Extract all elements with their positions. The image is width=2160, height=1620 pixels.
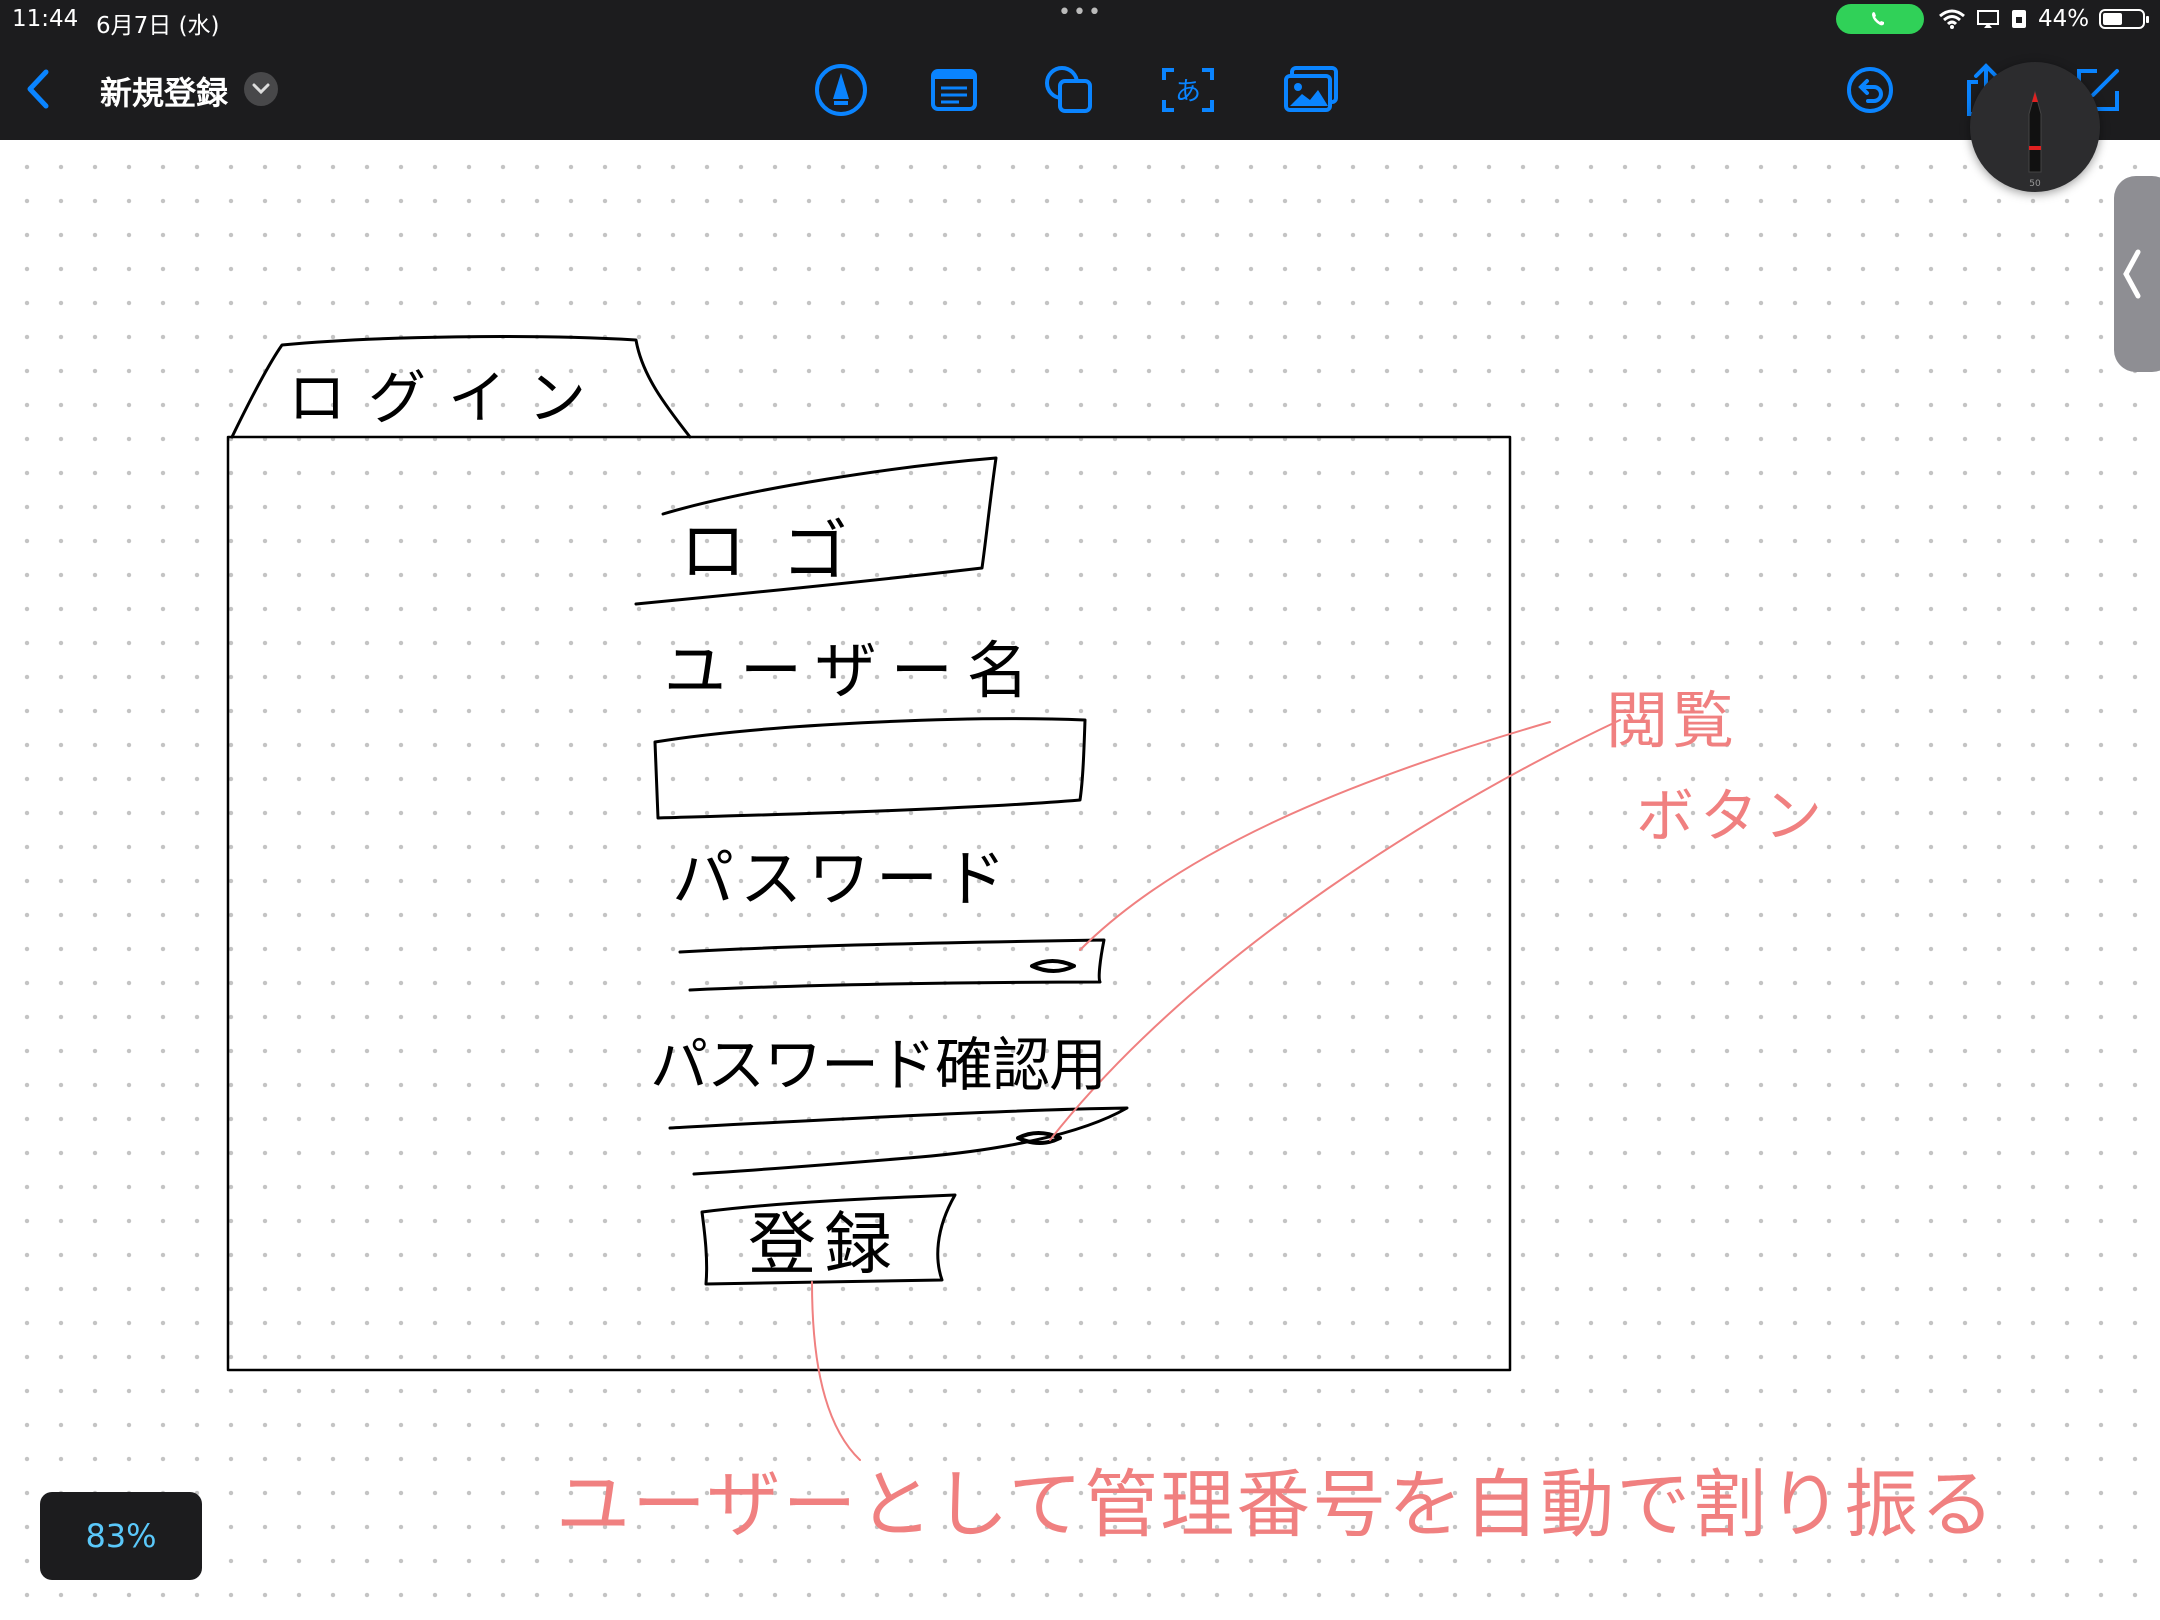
sketch-password-input	[678, 938, 1106, 992]
handwriting-layer[interactable]: ログイン ロゴ ユーザー名 パスワード パスワード確認用 登録 閲覧 ボタン ユ…	[0, 140, 2160, 1620]
sketch-confirm-input	[668, 1106, 1129, 1176]
shapes-button[interactable]	[1041, 62, 1097, 118]
sketch-username-input	[653, 717, 1087, 820]
annotation-line-1	[1079, 721, 1551, 951]
annotation-line-2	[1049, 719, 1621, 1141]
chevron-left-icon	[27, 69, 49, 109]
pen-tool-button[interactable]	[813, 62, 869, 118]
handwriting-password-label: パスワード	[672, 845, 1012, 914]
annotation-view-2: ボタン	[1636, 784, 1828, 849]
battery-icon	[2099, 9, 2150, 29]
title-menu-button[interactable]	[244, 72, 278, 106]
lock-rotation-icon	[2012, 10, 2026, 28]
pen-icon: 50	[2028, 90, 2042, 189]
battery-percent: 44%	[2038, 6, 2090, 32]
status-date: 6月7日 (水)	[96, 13, 220, 39]
undo-icon	[1847, 67, 1893, 113]
status-bar: 11:44 6月7日 (水) ••• 44%	[0, 0, 2160, 40]
undo-button[interactable]	[1842, 62, 1898, 118]
image-icon	[1284, 66, 1338, 112]
back-button[interactable]	[20, 64, 56, 118]
svg-text:あ: あ	[1175, 77, 1201, 107]
side-panel-handle[interactable]	[2114, 176, 2160, 372]
status-icons: 44%	[1938, 6, 2150, 32]
ocr-text-button[interactable]: あ	[1160, 62, 1216, 118]
call-indicator[interactable]	[1836, 4, 1924, 34]
svg-text:50: 50	[2029, 179, 2041, 189]
zoom-indicator[interactable]: 83%	[40, 1492, 202, 1580]
active-pen-indicator[interactable]: 50	[1970, 62, 2100, 192]
phone-icon	[1872, 12, 1884, 26]
pen-tool-icon	[815, 64, 867, 116]
handwriting-tab-label: ログイン	[288, 366, 608, 431]
note-canvas[interactable]: ログイン ロゴ ユーザー名 パスワード パスワード確認用 登録 閲覧 ボタン ユ…	[0, 140, 2160, 1620]
shapes-icon	[1045, 66, 1092, 113]
annotation-auto: ユーザーとして管理番号を自動で割り振る	[556, 1463, 1996, 1546]
wifi-icon	[1939, 9, 1965, 29]
sketch-eye-1	[1030, 959, 1076, 973]
annotation-view-1: 閲覧	[1606, 687, 1738, 756]
text-box-button[interactable]	[926, 62, 982, 118]
multitasking-dots-icon[interactable]: •••	[1058, 0, 1103, 25]
screen-mirroring-icon	[1977, 10, 1999, 28]
handwriting-confirm-label: パスワード確認用	[650, 1033, 1106, 1098]
handwriting-username-label: ユーザー名	[664, 637, 1043, 706]
app-toolbar: 新規登録 あ	[0, 40, 2160, 140]
chevron-left-icon	[2123, 249, 2141, 299]
note-title[interactable]: 新規登録	[100, 68, 228, 114]
text-box-icon	[931, 69, 977, 111]
status-time: 11:44	[12, 6, 79, 32]
ocr-text-icon: あ	[1162, 68, 1214, 112]
handwriting-register-button: 登録	[748, 1207, 900, 1283]
zoom-level: 83%	[85, 1517, 157, 1555]
chevron-down-icon	[252, 83, 270, 95]
handwriting-logo: ロゴ	[680, 514, 884, 588]
image-button[interactable]	[1284, 62, 1340, 118]
